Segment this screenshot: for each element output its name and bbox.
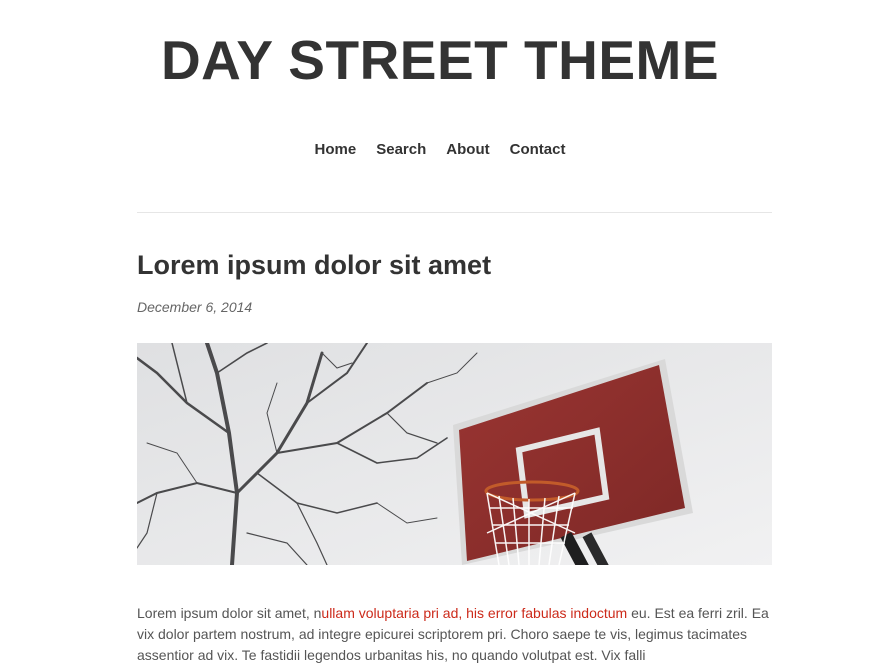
post-featured-image — [137, 343, 772, 565]
header-divider — [137, 212, 772, 213]
post-date: December 6, 2014 — [137, 299, 253, 315]
nav-search-link[interactable]: Search — [376, 141, 426, 158]
post-excerpt-start: Lorem ipsum dolor sit amet, n — [137, 605, 322, 621]
nav-home-link[interactable]: Home — [315, 141, 357, 158]
site-title[interactable]: DAY STREET THEME — [0, 28, 880, 92]
nav-contact-link[interactable]: Contact — [510, 141, 566, 158]
nav-about-link[interactable]: About — [446, 141, 489, 158]
post-title[interactable]: Lorem ipsum dolor sit amet — [137, 250, 491, 281]
post-excerpt-link[interactable]: ullam voluptaria pri ad, his error fabul… — [321, 605, 627, 621]
main-nav: Home Search About Contact — [0, 141, 880, 158]
post-excerpt: Lorem ipsum dolor sit amet, nullam volup… — [137, 603, 777, 666]
